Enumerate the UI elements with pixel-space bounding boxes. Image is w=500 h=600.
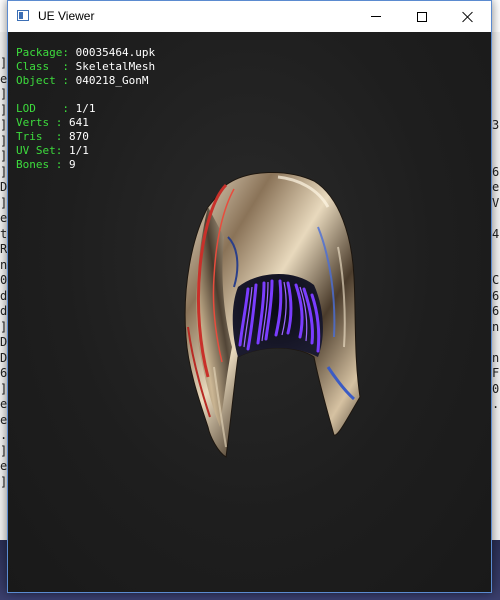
hood-mesh-model[interactable] (168, 167, 368, 462)
info-lod: LOD : 1/1 (16, 102, 155, 116)
info-value: 9 (69, 158, 76, 171)
info-value: 641 (69, 116, 89, 129)
ue-viewer-window: UE Viewer Package: 00035464.upk Class : … (7, 0, 492, 593)
info-label: UV Set (16, 144, 56, 157)
info-label: Package (16, 46, 63, 59)
info-separator: : (62, 46, 76, 59)
info-separator: : (55, 102, 76, 115)
minimize-button[interactable] (353, 1, 399, 32)
info-separator: : (55, 144, 69, 157)
maximize-icon (417, 11, 427, 22)
desktop-strip-right (492, 540, 500, 600)
app-window-icon (17, 10, 29, 21)
info-separator: : (62, 74, 76, 87)
info-value: 00035464.upk (75, 46, 156, 59)
info-separator: : (55, 116, 69, 129)
info-verts: Verts : 641 (16, 116, 155, 130)
title-bar[interactable]: UE Viewer (8, 1, 491, 32)
mesh-info-overlay: Package: 00035464.upk Class : SkeletalMe… (16, 46, 155, 172)
info-separator: : (62, 60, 76, 73)
info-value: 040218_GonM (75, 74, 149, 87)
close-icon (462, 11, 474, 23)
info-value: 1/1 (69, 144, 89, 157)
info-class: Class : SkeletalMesh (16, 60, 155, 74)
3d-viewport[interactable]: Package: 00035464.upk Class : SkeletalMe… (8, 32, 491, 592)
minimize-icon (371, 16, 381, 17)
info-label: LOD (16, 102, 56, 115)
info-value: 870 (69, 130, 89, 143)
info-package: Package: 00035464.upk (16, 46, 155, 60)
info-bones: Bones : 9 (16, 158, 155, 172)
background-console-right-text: 3 6 e V 4 C 6 6 n n F 0 . (492, 118, 500, 411)
info-uvset: UV Set: 1/1 (16, 144, 155, 158)
info-label: Verts (16, 116, 56, 129)
info-label: Bones (16, 158, 56, 171)
info-value: SkeletalMesh (75, 60, 156, 73)
info-separator: : (55, 130, 69, 143)
window-title: UE Viewer (38, 9, 95, 23)
info-label: Object (16, 74, 63, 87)
info-object: Object : 040218_GonM (16, 74, 155, 88)
info-label: Class (16, 60, 63, 73)
info-value: 1/1 (75, 102, 96, 115)
close-button[interactable] (445, 1, 491, 32)
info-tris: Tris : 870 (16, 130, 155, 144)
info-separator: : (55, 158, 69, 171)
info-label: Tris (16, 130, 56, 143)
maximize-button[interactable] (399, 1, 445, 32)
